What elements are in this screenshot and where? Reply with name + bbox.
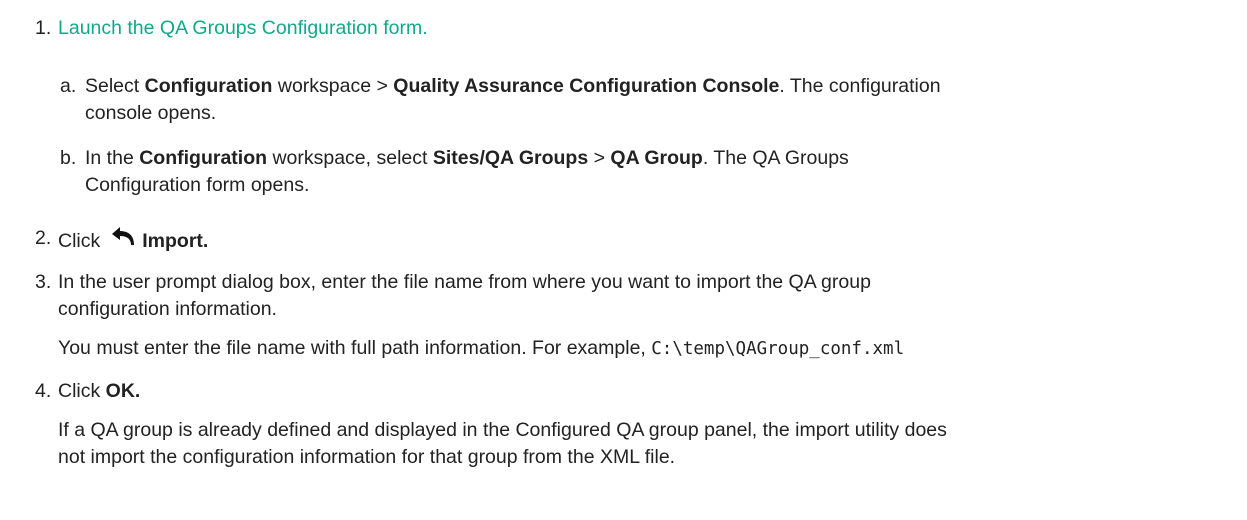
step-1a-b2: Quality Assurance Configuration Console bbox=[393, 75, 780, 97]
step-1b-t2: workspace, select bbox=[267, 147, 433, 169]
step-1b-t1: In the bbox=[85, 147, 140, 169]
step-3-number: 3. bbox=[35, 271, 52, 293]
step-1-number: 1. bbox=[35, 17, 52, 39]
step-1a-text: Select Configuration workspace > Quality… bbox=[85, 74, 941, 98]
step-2-t1: Click bbox=[58, 230, 101, 252]
step-1a-t2: workspace > bbox=[272, 75, 394, 97]
step-3-code: C:\temp\QAGroup_conf.xml bbox=[651, 339, 905, 359]
step-4-number: 4. bbox=[35, 380, 52, 402]
step-3-line2: configuration information. bbox=[58, 298, 277, 320]
step-1b-t3: > bbox=[588, 147, 611, 169]
step-3-note-text: You must enter the file name with full p… bbox=[58, 337, 646, 359]
step-4-t1: Click bbox=[58, 380, 106, 402]
step-2-b1: Import. bbox=[142, 230, 209, 252]
step-1b-b3: QA Group bbox=[610, 147, 703, 169]
step-1b-text: In the Configuration workspace, select S… bbox=[85, 146, 849, 170]
step-1a-t3: . The configuration bbox=[779, 75, 941, 97]
procedure-document: 1. Launch the QA Groups Configuration fo… bbox=[0, 0, 1247, 520]
step-1b-letter: b. bbox=[60, 147, 77, 169]
step-2-text: Click Import. bbox=[58, 226, 208, 254]
step-3-line1: In the user prompt dialog box, enter the… bbox=[58, 271, 871, 293]
step-4-note1: If a QA group is already defined and dis… bbox=[58, 419, 947, 441]
step-1a-t1: Select bbox=[85, 75, 145, 97]
step-3-note: You must enter the file name with full p… bbox=[58, 336, 904, 361]
step-1b-b1: Configuration bbox=[139, 147, 268, 169]
step-2-number: 2. bbox=[35, 227, 52, 249]
step-4-text: Click OK. bbox=[58, 379, 140, 403]
step-4-b1: OK. bbox=[105, 380, 141, 402]
step-1b-b2: Sites/QA Groups bbox=[432, 147, 589, 169]
step-1a-b1: Configuration bbox=[144, 75, 273, 97]
step-1b-t4: . The QA Groups bbox=[702, 147, 849, 169]
step-1a-letter: a. bbox=[60, 75, 77, 97]
undo-arrow-icon bbox=[110, 226, 136, 254]
step-1-link[interactable]: Launch the QA Groups Configuration form. bbox=[58, 16, 428, 40]
step-1a-line2: console opens. bbox=[85, 102, 217, 124]
step-4-note2: not import the configuration information… bbox=[58, 446, 676, 468]
step-1b-line2: Configuration form opens. bbox=[85, 174, 310, 196]
